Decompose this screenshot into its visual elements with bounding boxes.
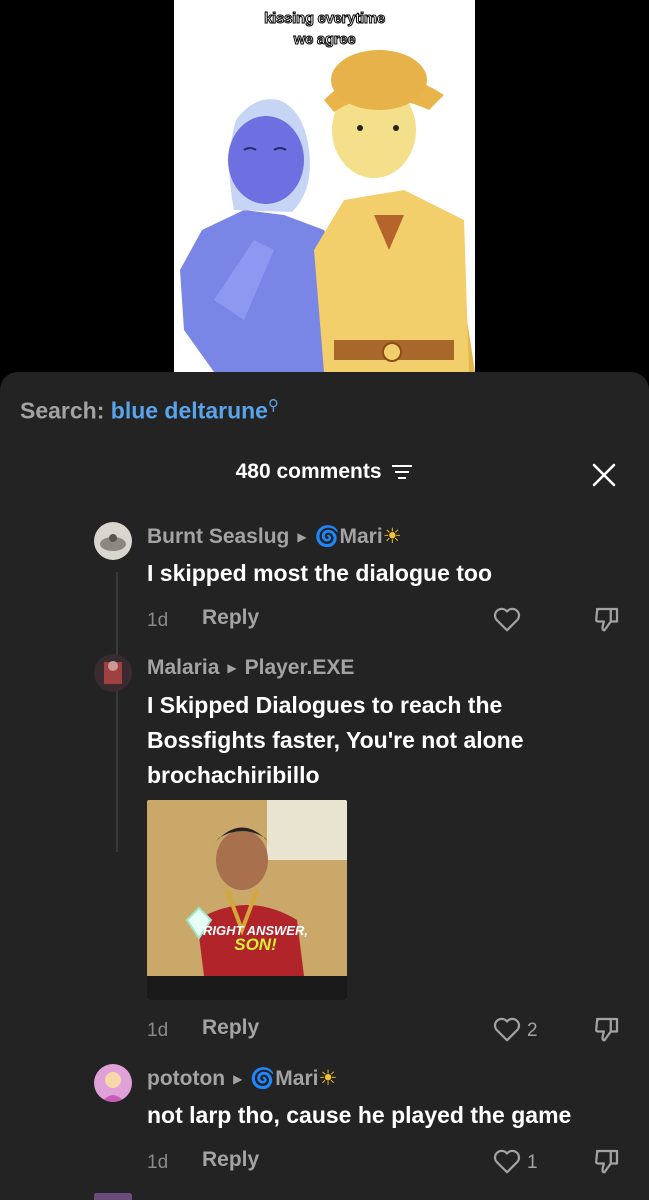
like-count: 1	[527, 1152, 538, 1173]
dislike-icon[interactable]	[592, 1014, 622, 1044]
comment-actions: 1d Reply 2	[147, 1014, 627, 1048]
reply-to-name[interactable]: Mari	[275, 1067, 318, 1090]
search-suggestion[interactable]: Search: blue deltarune⚲	[20, 396, 279, 425]
comment-names: pototon ▶ 🌀Mari☀	[147, 1066, 337, 1091]
reply-button[interactable]: Reply	[202, 1016, 259, 1040]
search-term-link[interactable]: blue deltarune	[111, 398, 268, 424]
comment-actions: 1d Reply 1	[147, 1146, 627, 1180]
reply-button[interactable]: Reply	[202, 606, 259, 630]
author-name[interactable]: pototon	[147, 1067, 225, 1090]
like-count: 2	[527, 1020, 538, 1041]
reply-arrow-icon: ▶	[297, 530, 307, 544]
video-thumbnail[interactable]: kissing everytime we agree	[174, 0, 475, 372]
comment-text: I Skipped Dialogues to reach the Bossfig…	[147, 692, 524, 788]
spiral-icon: 🌀	[250, 1068, 276, 1090]
comment-names: Malaria ▶ Player.EXE	[147, 656, 354, 680]
reply-arrow-icon: ▶	[233, 1072, 243, 1086]
heart-icon[interactable]	[492, 1146, 522, 1176]
reply-to-name[interactable]: Player.EXE	[245, 656, 355, 679]
comments-header: 480 comments	[0, 460, 649, 484]
timestamp: 1d	[147, 1020, 169, 1041]
comment-text: I skipped most the dialogue too	[147, 560, 493, 586]
filter-icon[interactable]	[391, 463, 413, 481]
video-area[interactable]: kissing everytime we agree	[0, 0, 649, 372]
heart-icon[interactable]	[492, 1014, 522, 1044]
reply-arrow-icon: ▶	[227, 661, 237, 675]
timestamp: 1d	[147, 1152, 169, 1173]
gif-image	[147, 800, 347, 1000]
video-caption: kissing everytime we agree	[174, 8, 475, 50]
caption-line-2: we agree	[293, 31, 356, 49]
gif-caption-line-2: SON!	[234, 935, 277, 954]
dislike-icon[interactable]	[592, 604, 622, 634]
comment-text: not larp tho, cause he played the game	[147, 1102, 572, 1128]
comment-gif[interactable]: RIGHT ANSWER, SON!	[147, 800, 347, 1000]
thread-connector	[116, 572, 118, 852]
close-icon[interactable]	[591, 462, 617, 488]
avatar[interactable]	[94, 522, 132, 560]
gif-caption: RIGHT ANSWER, SON!	[203, 924, 308, 954]
author-name[interactable]: Burnt Seaslug	[147, 525, 289, 548]
avatar[interactable]	[94, 654, 132, 692]
dislike-icon[interactable]	[592, 1146, 622, 1176]
avatar[interactable]	[94, 1190, 132, 1200]
comments-sheet: Search: blue deltarune⚲ 480 comments Bur…	[0, 372, 649, 1200]
reply-to-name[interactable]: Mari	[340, 525, 383, 548]
author-name[interactable]: Malaria	[147, 656, 219, 679]
timestamp: 1d	[147, 610, 169, 631]
comment-names: Burnt Seaslug ▶ 🌀Mari☀	[147, 524, 402, 549]
couple-illustration	[180, 50, 475, 372]
avatar[interactable]	[94, 1064, 132, 1102]
reply-button[interactable]: Reply	[202, 1148, 259, 1172]
search-prefix: Search:	[20, 397, 105, 424]
search-icon: ⚲	[267, 397, 279, 414]
caption-line-1: kissing everytime	[264, 10, 386, 28]
heart-icon[interactable]	[492, 604, 522, 634]
sun-icon: ☀	[382, 525, 402, 548]
comment-count: 480 comments	[235, 460, 382, 483]
comment-actions: 1d Reply	[147, 604, 627, 638]
spiral-icon: 🌀	[314, 526, 340, 548]
sun-icon: ☀	[318, 1067, 338, 1090]
